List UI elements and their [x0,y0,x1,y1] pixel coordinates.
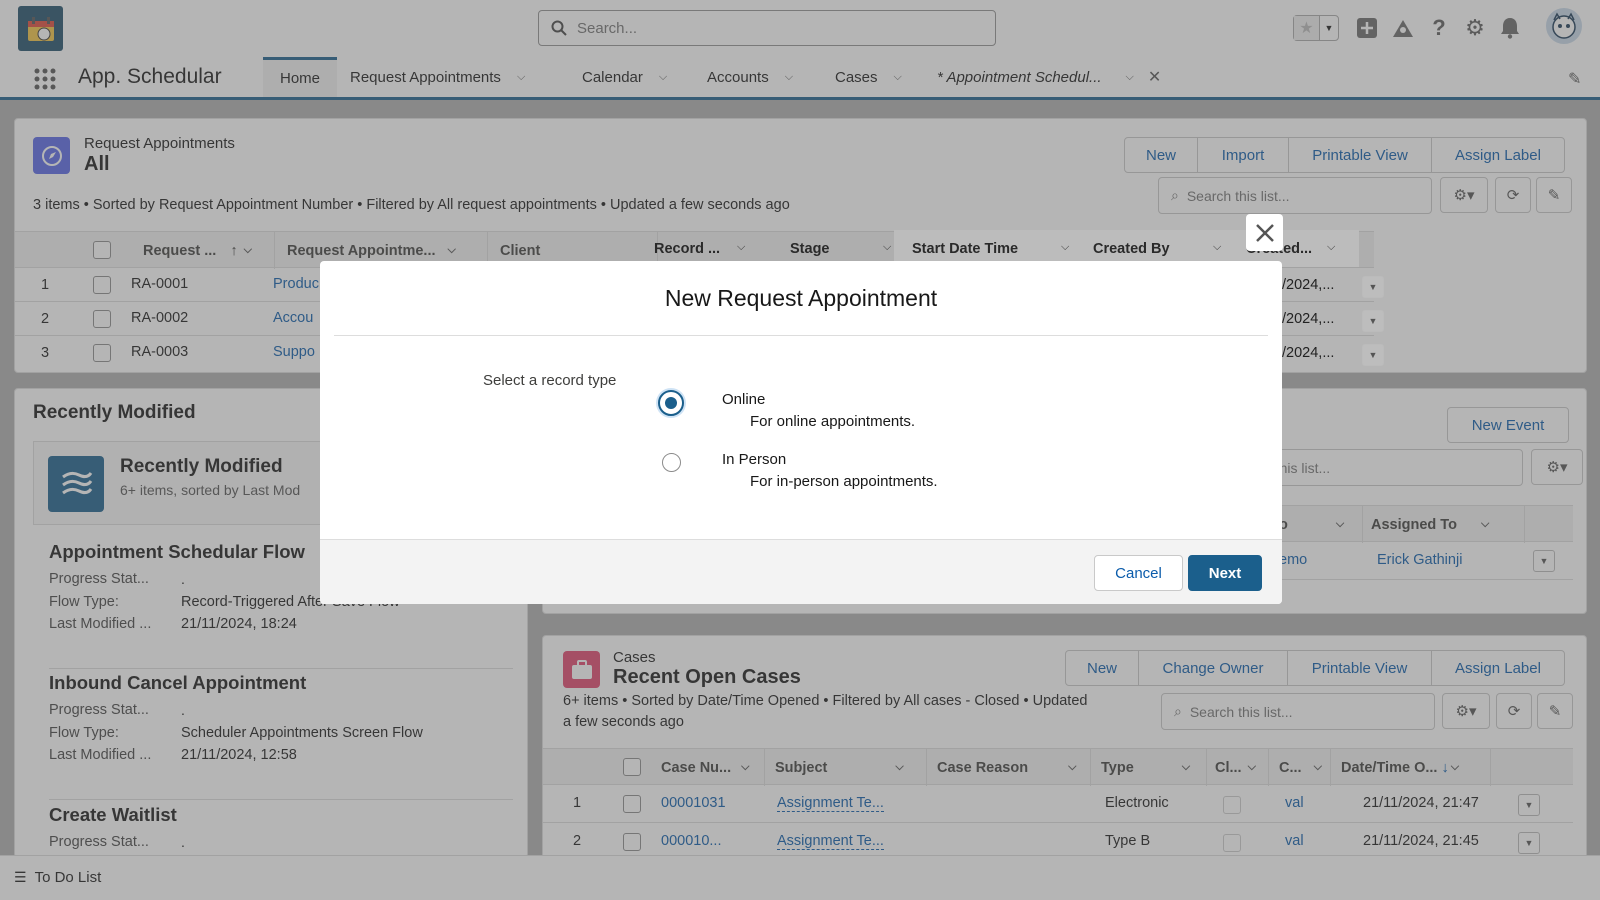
online-option-label: Online [722,391,766,408]
chevron-down-icon[interactable]: ⌵ [1327,241,1335,254]
modal-close-button[interactable] [1246,214,1283,251]
row-actions-dropdown-icon[interactable]: ▼ [1362,276,1384,298]
column-header-start-date-time[interactable]: Start Date Time [912,241,1018,257]
in-person-option-description: For in-person appointments. [750,473,938,490]
online-option-description: For online appointments. [750,413,916,430]
column-header-record-type[interactable]: Record ... [654,241,720,257]
next-button-label: Next [1208,564,1242,582]
chevron-down-icon[interactable]: ⌵ [883,241,891,254]
in-person-option-label: In Person [722,451,787,468]
radio-selected-dot [665,397,677,409]
modal-header: New Request Appointment [334,261,1268,336]
row-actions-dropdown-icon[interactable]: ▼ [1362,344,1384,366]
online-radio-button[interactable] [658,390,684,416]
next-button[interactable]: Next [1188,555,1262,591]
created-date-value: /2024,... [1282,277,1335,293]
modal-footer: Cancel Next [320,539,1282,604]
new-record-modal: New Request Appointment Select a record … [320,261,1282,604]
record-type-option-online[interactable]: Online For online appointments. [658,389,998,441]
column-header-stage-label[interactable]: Stage [790,241,830,257]
record-type-option-in-person[interactable]: In Person For in-person appointments. [658,449,998,501]
cancel-button-label: Cancel [1115,564,1162,582]
chevron-down-icon[interactable]: ⌵ [1213,241,1221,254]
column-header-created-by[interactable]: Created By [1093,241,1170,257]
record-type-prompt: Select a record type [483,372,617,389]
chevron-down-icon[interactable]: ⌵ [737,241,745,254]
created-date-value: /2024,... [1282,311,1335,327]
row-actions-dropdown-icon[interactable]: ▼ [1362,310,1384,332]
close-icon [1255,223,1274,242]
chevron-down-icon[interactable]: ⌵ [1061,241,1069,254]
cancel-button[interactable]: Cancel [1094,555,1183,591]
modal-title: New Request Appointment [664,284,938,311]
in-person-radio-button[interactable] [662,453,681,472]
created-date-value: /2024,... [1282,345,1335,361]
